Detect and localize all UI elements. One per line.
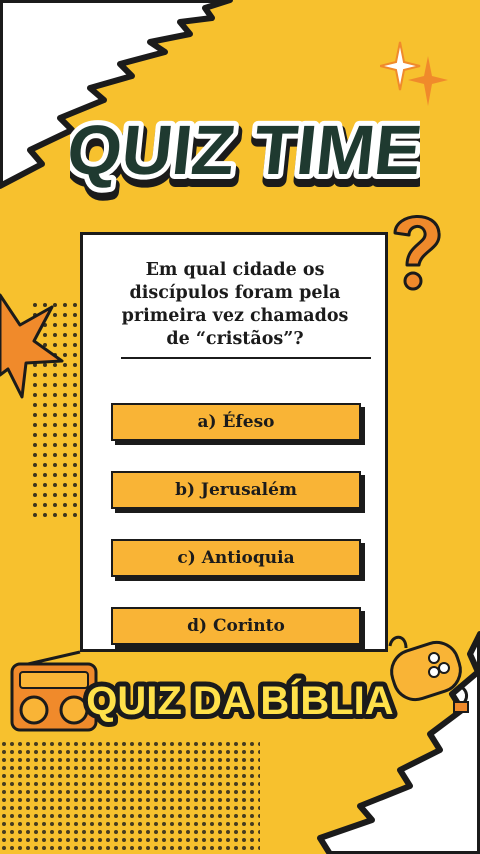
halftone-dots-bottom [0,740,260,854]
answer-option-b[interactable]: b) Jerusalém [111,471,361,509]
answer-option-c[interactable]: c) Antioquia [111,539,361,577]
quiz-da-biblia-subtitle: QUIZ DA BÍBLIA QUIZ DA BÍBLIA [60,666,420,732]
answer-option-a[interactable]: a) Éfeso [111,403,361,441]
subtitle-fill: QUIZ DA BÍBLIA [86,678,393,723]
answer-option-d[interactable]: d) Corinto [111,607,361,645]
starburst-icon [0,293,64,399]
question-divider [121,357,371,359]
title-fill: QUIZ TIME [70,110,420,189]
quiz-card: Em qual cidade os discípulos foram pela … [80,232,388,652]
quiz-time-title: QUIZ TIME QUIZ TIME QUIZ TIME [58,98,434,208]
question-mark-icon [393,215,441,291]
question-text: Em qual cidade os discípulos foram pela … [121,260,349,349]
